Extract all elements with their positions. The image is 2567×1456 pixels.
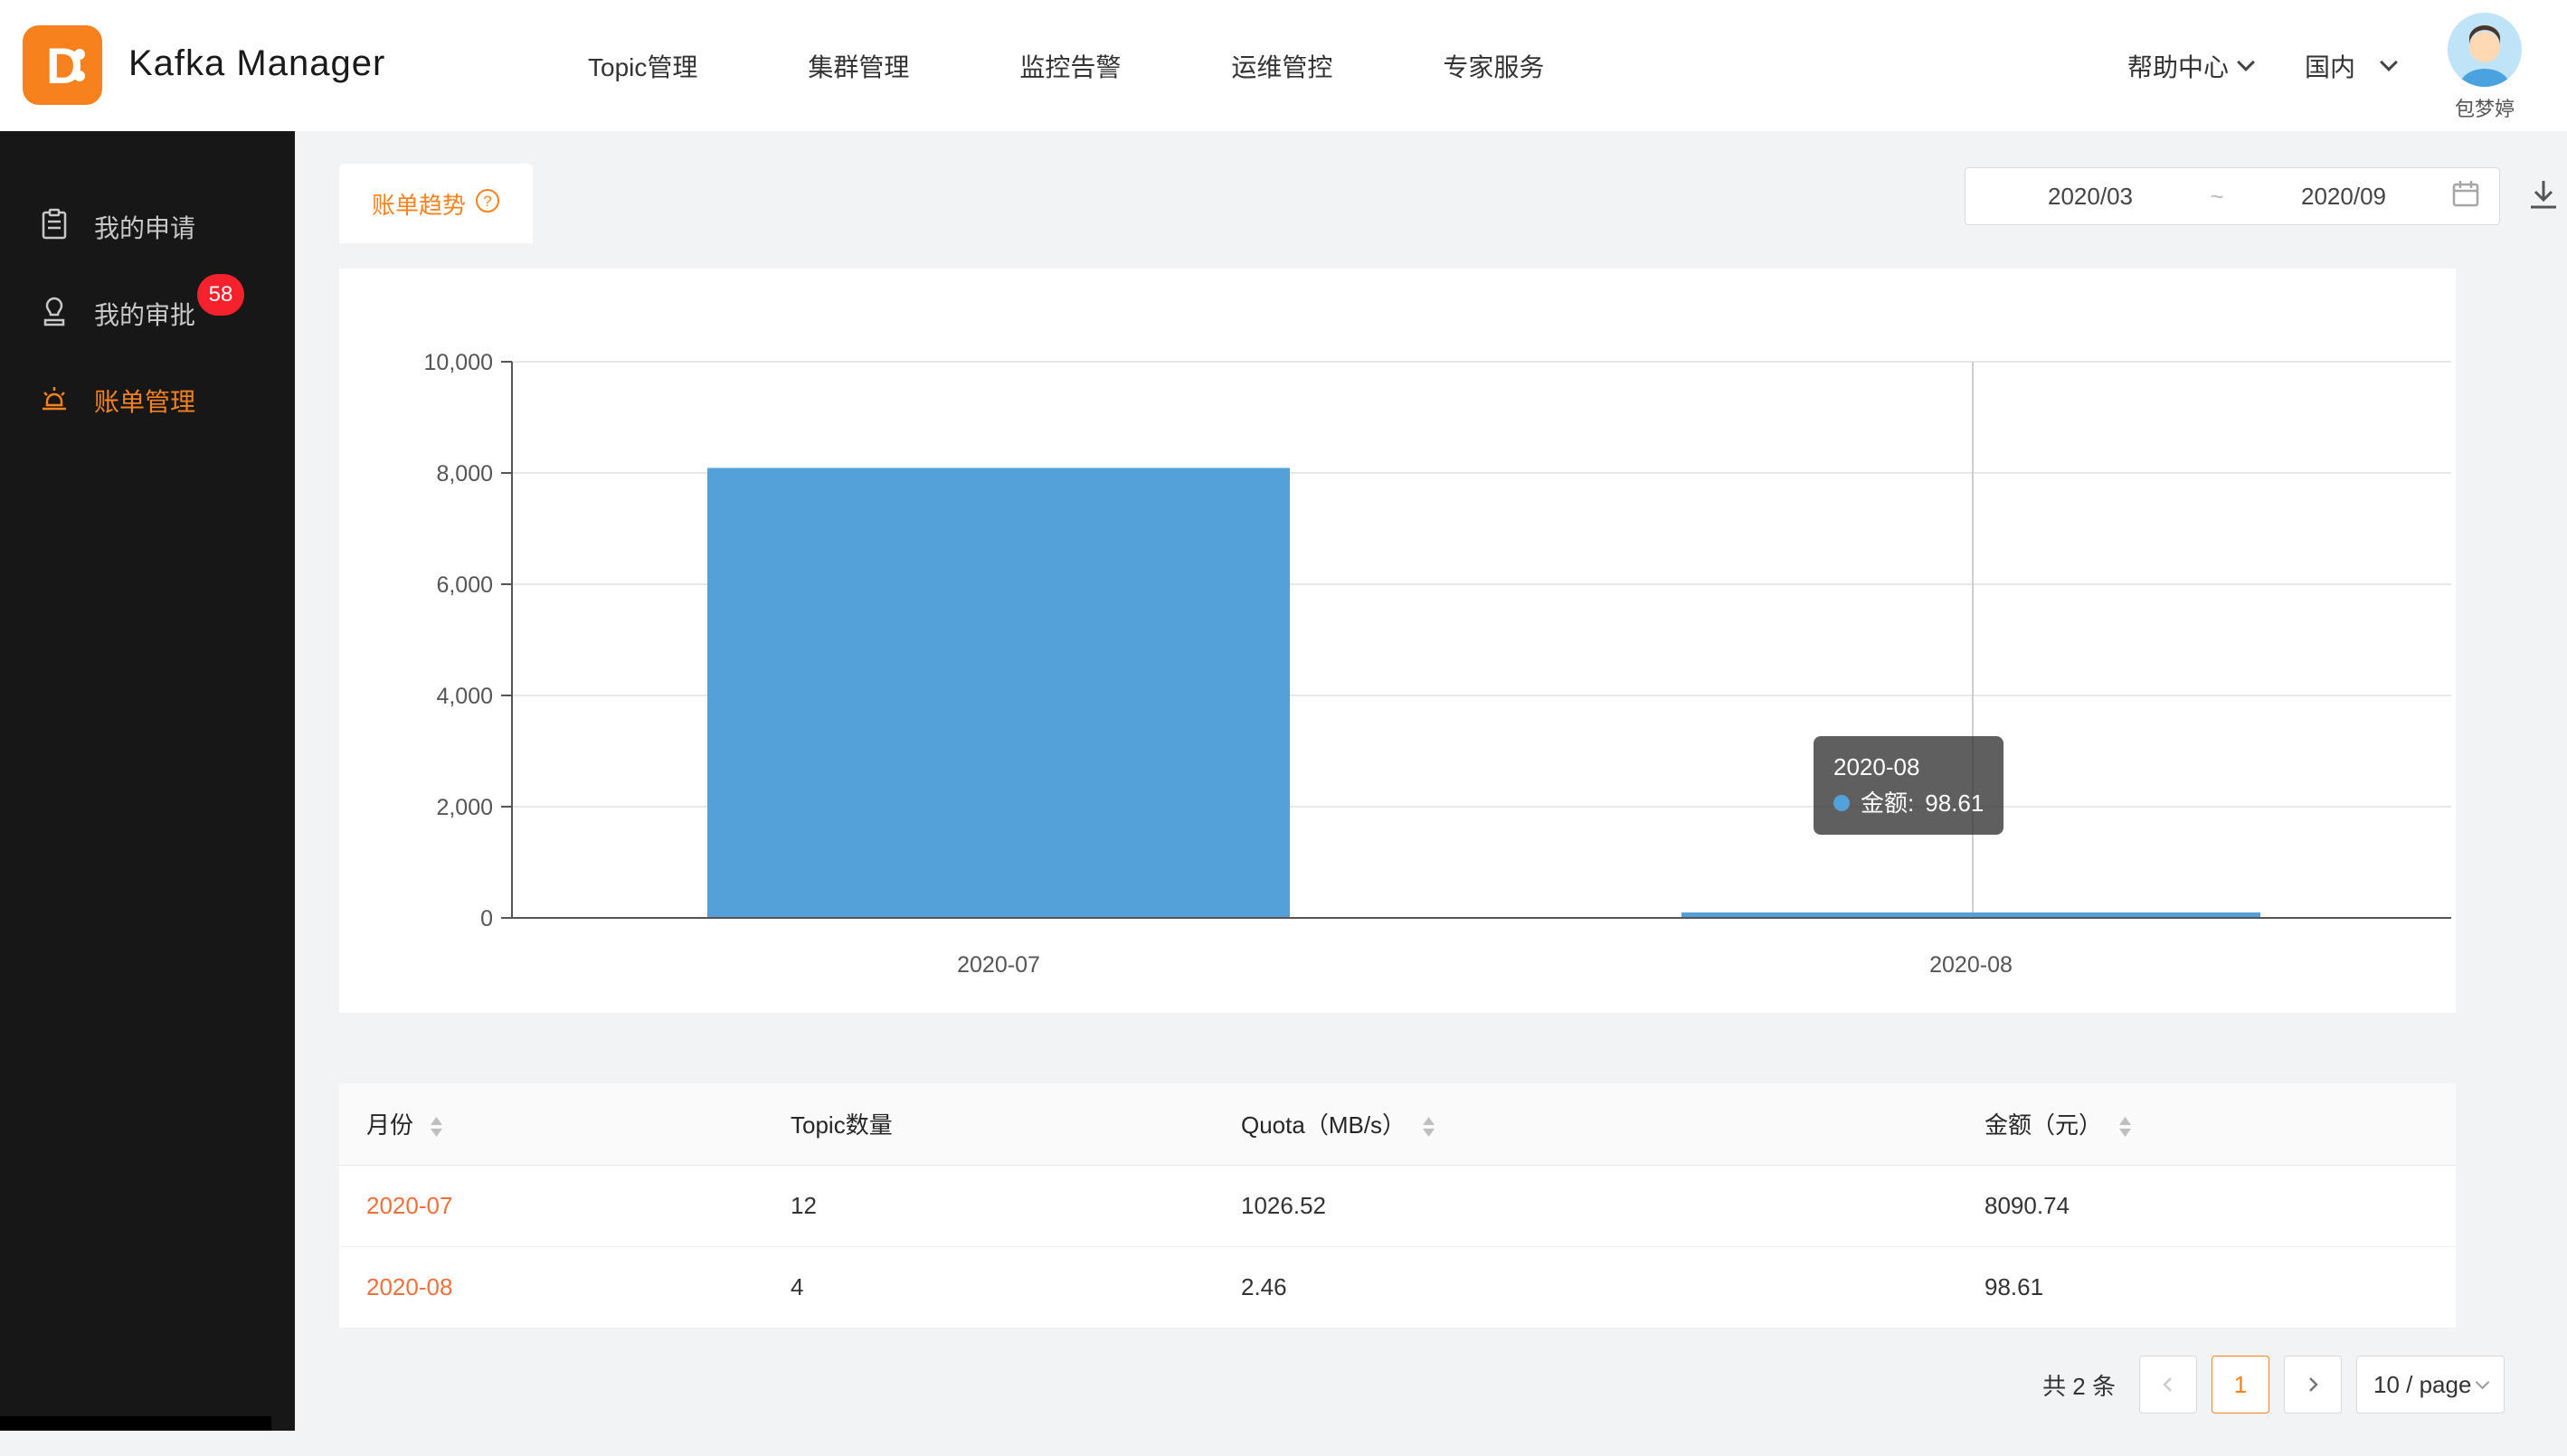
x-tick-label: 2020-07 (957, 952, 1040, 978)
stamp-icon (38, 295, 71, 334)
date-range-picker[interactable]: 2020/03 ~ 2020/09 (1965, 167, 2500, 225)
chart-tooltip: 2020-08 金额: 98.61 (1814, 736, 2003, 835)
page-size-select[interactable]: 10 / page (2356, 1356, 2505, 1413)
column-header-quota[interactable]: Quota（MB/s） (1214, 1083, 1957, 1165)
prev-page-button[interactable] (2139, 1356, 2197, 1413)
calendar-icon (2450, 178, 2481, 215)
header-right: 帮助中心 国内 包梦婷 (2127, 0, 2522, 131)
nav-topic-management[interactable]: Topic管理 (588, 48, 697, 84)
sidebar-item-label: 我的审批 (94, 296, 195, 332)
sort-icon[interactable] (431, 1117, 442, 1137)
bill-trend-chart-card: 0 2,000 4,000 6,000 8,000 10,000 2020-07… (339, 269, 2456, 1013)
table-row: 2020-07 12 1026.52 8090.74 (339, 1165, 2456, 1246)
sidebar-item-label: 我的申请 (94, 209, 195, 245)
sort-icon[interactable] (1423, 1117, 1435, 1137)
date-start[interactable]: 2020/03 (1984, 183, 2197, 211)
user-name: 包梦婷 (2455, 93, 2515, 122)
help-center-menu[interactable]: 帮助中心 (2127, 48, 2252, 84)
month-link[interactable]: 2020-08 (339, 1246, 763, 1328)
page-size-value: 10 / page (2373, 1371, 2471, 1399)
tooltip-series-label: 金额: (1861, 785, 1914, 821)
table-row: 2020-08 4 2.46 98.61 (339, 1246, 2456, 1328)
region-label: 国内 (2305, 48, 2355, 84)
svg-text:?: ? (483, 193, 491, 210)
question-circle-icon[interactable]: ? (475, 188, 500, 220)
y-tick-label: 2,000 (436, 795, 493, 820)
chevron-down-icon (2237, 53, 2255, 71)
sidebar: 我的申请 我的审批 58 账单管理 (0, 131, 295, 1431)
column-header-month[interactable]: 月份 (339, 1083, 763, 1165)
nav-ops-control[interactable]: 运维管控 (1231, 48, 1332, 84)
date-end[interactable]: 2020/09 (2237, 183, 2450, 211)
sidebar-item-my-approvals[interactable]: 我的审批 58 (0, 270, 295, 357)
date-separator: ~ (2197, 183, 2237, 211)
table-header-row: 月份 Topic数量 Quota（MB/s） (339, 1083, 2456, 1165)
chevron-down-icon (2380, 53, 2398, 71)
quota-cell: 2.46 (1214, 1246, 1957, 1328)
bar-2020-07[interactable] (707, 468, 1290, 918)
avatar (2448, 13, 2522, 91)
y-tick-label: 0 (480, 906, 493, 931)
user-menu[interactable]: 包梦婷 (2448, 13, 2522, 122)
bill-icon (38, 382, 71, 421)
y-tick-label: 10,000 (424, 350, 493, 375)
app-logo-icon[interactable]: D (23, 25, 102, 105)
sidebar-item-label: 账单管理 (94, 383, 195, 419)
top-header: D Kafka Manager Topic管理 集群管理 监控告警 运维管控 专… (0, 0, 2567, 131)
y-tick-label: 4,000 (436, 684, 493, 709)
sort-icon[interactable] (2119, 1117, 2131, 1137)
column-header-topic-count[interactable]: Topic数量 (763, 1083, 1214, 1165)
help-center-label: 帮助中心 (2127, 48, 2229, 84)
tab-label: 账单趋势 (372, 187, 466, 221)
nav-cluster-management[interactable]: 集群管理 (808, 48, 909, 84)
month-link[interactable]: 2020-07 (339, 1165, 763, 1246)
download-icon[interactable] (2524, 175, 2565, 217)
clipboard-icon (38, 208, 71, 247)
pagination: 共 2 条 1 10 / page (2042, 1356, 2505, 1413)
x-tick-label: 2020-08 (1929, 952, 2013, 978)
main-nav: Topic管理 集群管理 监控告警 运维管控 专家服务 (588, 0, 1544, 131)
region-selector[interactable]: 国内 (2305, 48, 2395, 84)
column-header-amount[interactable]: 金额（元） (1957, 1083, 2456, 1165)
next-page-button[interactable] (2284, 1356, 2342, 1413)
topic-count-cell: 4 (763, 1246, 1214, 1328)
logo-letter: D (46, 37, 82, 94)
total-count-label: 共 2 条 (2042, 1368, 2116, 1402)
tooltip-value: 98.61 (1925, 785, 1984, 821)
amount-cell: 8090.74 (1957, 1165, 2456, 1246)
tab-bill-trend[interactable]: 账单趋势 ? (339, 164, 533, 243)
page-number-button[interactable]: 1 (2212, 1356, 2269, 1413)
topic-count-cell: 12 (763, 1165, 1214, 1246)
chevron-down-icon (2476, 1376, 2490, 1390)
bill-table: 月份 Topic数量 Quota（MB/s） (339, 1083, 2456, 1328)
y-tick-label: 8,000 (436, 461, 493, 487)
approval-count-badge: 58 (197, 274, 244, 316)
sidebar-item-my-applications[interactable]: 我的申请 (0, 184, 295, 270)
sidebar-footer-bar (0, 1416, 271, 1431)
bill-table-card: 月份 Topic数量 Quota（MB/s） (339, 1083, 2456, 1328)
nav-monitoring-alerts[interactable]: 监控告警 (1019, 48, 1121, 84)
app-title: Kafka Manager (128, 43, 385, 84)
series-dot-icon (1833, 795, 1850, 811)
sidebar-item-bill-management[interactable]: 账单管理 (0, 357, 295, 444)
nav-expert-service[interactable]: 专家服务 (1443, 48, 1544, 84)
tooltip-title: 2020-08 (1833, 749, 1984, 785)
quota-cell: 1026.52 (1214, 1165, 1957, 1246)
amount-cell: 98.61 (1957, 1246, 2456, 1328)
y-tick-label: 6,000 (436, 572, 493, 598)
bar-chart: 0 2,000 4,000 6,000 8,000 10,000 2020-07… (339, 269, 2456, 1013)
